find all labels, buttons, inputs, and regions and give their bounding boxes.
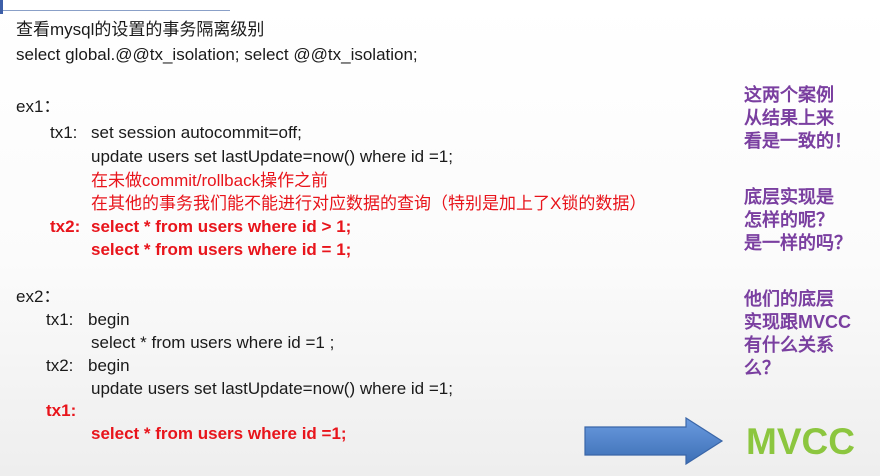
side-note-consistent: 这两个案例 从结果上来 看是一致的！ xyxy=(744,84,852,153)
right-arrow-icon xyxy=(584,417,724,465)
ex1-tx2-line2: select * from users where id = 1; xyxy=(91,240,352,259)
side-note-line: 他们的底层 xyxy=(744,289,834,309)
side-note-line: 是一样的吗？ xyxy=(744,233,852,253)
ex1-tx2-line1: select * from users where id > 1; xyxy=(91,217,352,236)
isolation-query: select global.@@tx_isolation; select @@t… xyxy=(16,45,418,64)
ex2-tx2-label: tx2: xyxy=(46,356,74,375)
side-note-line: 这两个案例 xyxy=(744,85,834,105)
slide-frame-accent xyxy=(0,0,3,14)
ex1-label: ex1： xyxy=(16,97,61,116)
ex1-note-line2: 在其他的事务我们能不能进行对应数据的查询（特别是加上了X锁的数据） xyxy=(91,194,647,213)
ex1-tx1-line2: update users set lastUpdate=now() where … xyxy=(91,147,453,166)
ex1-note-line1: 在未做commit/rollback操作之前 xyxy=(91,171,329,190)
side-note-implementation: 底层实现是 怎样的呢？ 是一样的吗？ xyxy=(744,186,852,255)
ex2-tx1-line2: select * from users where id =1 ; xyxy=(91,333,335,352)
slide-title: 查看mysql的设置的事务隔离级别 xyxy=(16,20,265,39)
slide-frame-line xyxy=(0,0,230,11)
ex1-tx1-label: tx1: xyxy=(50,123,78,142)
side-note-line: 有什么关系 xyxy=(744,335,834,355)
ex2-tx1-label: tx1: xyxy=(46,310,74,329)
side-note-line: 实现跟MVCC xyxy=(744,312,851,332)
ex2-label: ex2： xyxy=(16,287,61,306)
ex2-tx2-line1: begin xyxy=(88,356,130,375)
side-note-line: 怎样的呢？ xyxy=(744,210,834,230)
side-note-line: 从结果上来 xyxy=(744,108,834,128)
ex1-tx2-label: tx2: xyxy=(50,217,81,236)
side-note-line: 底层实现是 xyxy=(744,187,834,207)
ex1-tx1-line1: set session autocommit=off; xyxy=(91,123,302,142)
side-note-line: 看是一致的！ xyxy=(744,131,852,151)
side-note-mvcc-question: 他们的底层 实现跟MVCC 有什么关系 么？ xyxy=(744,288,851,380)
mvcc-label: MVCC xyxy=(746,421,855,462)
ex2-tx1-line1: begin xyxy=(88,310,130,329)
ex2-tx2-line2: update users set lastUpdate=now() where … xyxy=(91,379,453,398)
ex2-tx1b-label: tx1: xyxy=(46,401,77,420)
ex2-tx1b-line1: select * from users where id =1; xyxy=(91,424,347,443)
side-note-line: 么？ xyxy=(744,358,780,378)
